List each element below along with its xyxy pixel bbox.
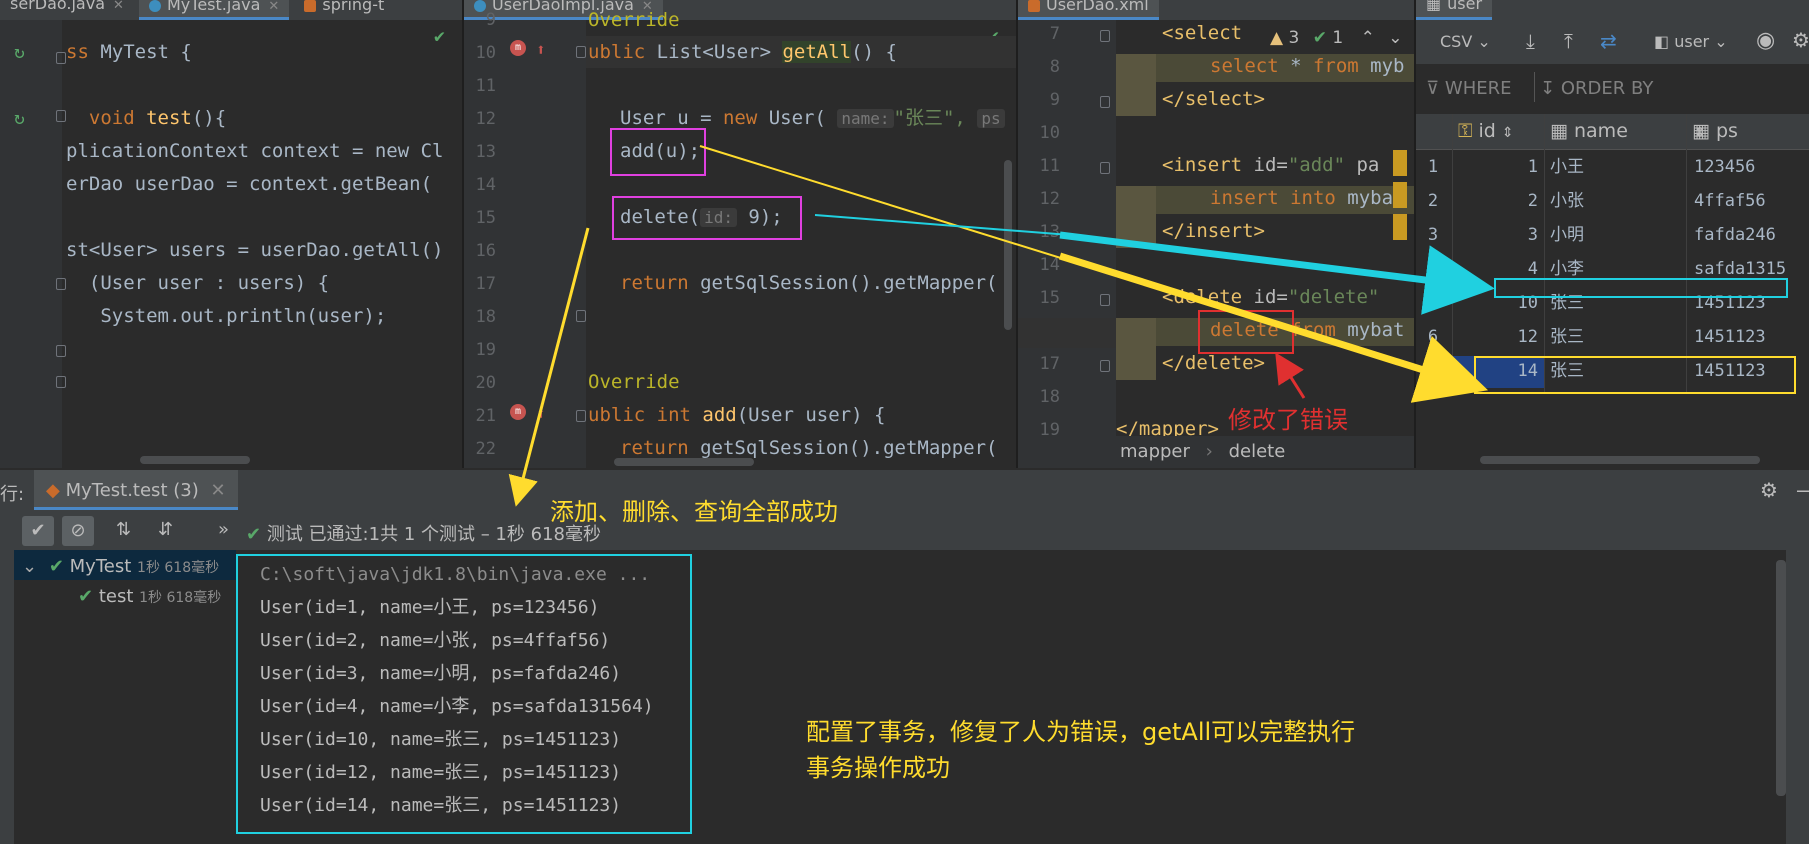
arrow-getall-to-output [508, 227, 590, 507]
arrow-fixed-error [1275, 352, 1306, 399]
arrow-delete-to-row [814, 214, 1071, 236]
annotation-arrows [508, 145, 1495, 507]
